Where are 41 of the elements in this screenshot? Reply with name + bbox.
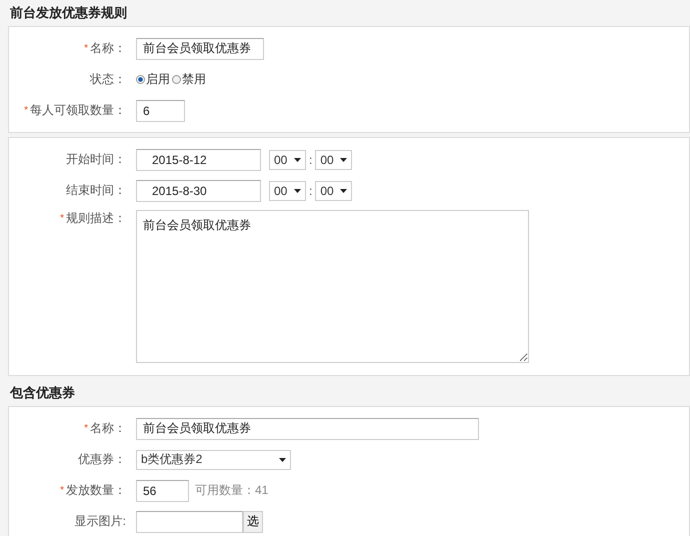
select-button[interactable]: 选 <box>243 510 263 532</box>
date-field[interactable]: 2015-8-30 <box>136 180 261 202</box>
field-label: 显示图片: <box>74 513 126 530</box>
field-label: 结束时间： <box>66 182 126 199</box>
quantity-field[interactable]: 56 <box>136 480 189 502</box>
quantity-field[interactable]: 6 <box>136 100 185 122</box>
caret-icon <box>294 188 301 192</box>
hour-select[interactable]: 00 <box>269 180 306 200</box>
time-separator: : <box>309 184 312 198</box>
field-label: 状态： <box>90 71 126 88</box>
hour-select[interactable]: 00 <box>269 150 306 170</box>
caret-icon <box>294 158 301 162</box>
time-separator: : <box>309 152 312 166</box>
coupon-select[interactable]: b类优惠券2 <box>136 450 291 470</box>
required-mark: * <box>84 43 88 54</box>
radio-option[interactable]: 禁用 <box>172 71 206 88</box>
required-mark: * <box>84 423 88 434</box>
name-field[interactable]: 前台会员领取优惠券 <box>136 38 264 60</box>
field-label: 开始时间： <box>66 151 126 168</box>
minute-select[interactable]: 00 <box>315 180 352 200</box>
section-title: 前台发放优惠券规则 <box>9 4 128 22</box>
field-label: 发放数量： <box>66 482 126 499</box>
field-label: 规则描述： <box>66 210 126 227</box>
caret-icon <box>340 158 348 162</box>
caret-icon <box>279 458 286 462</box>
field-label: 名称： <box>90 40 126 57</box>
field-label: 名称： <box>90 420 126 437</box>
required-mark: * <box>24 105 28 116</box>
section-title: 包含优惠券 <box>8 384 76 402</box>
required-mark: * <box>60 485 64 496</box>
image-field[interactable] <box>136 510 243 532</box>
description-field[interactable]: 前台会员领取优惠券 <box>136 210 529 363</box>
date-field[interactable]: 2015-8-12 <box>136 148 261 170</box>
field-label: 每人可领取数量： <box>30 102 126 119</box>
field-label: 优惠券： <box>78 451 126 468</box>
minute-select[interactable]: 00 <box>315 150 352 170</box>
required-mark: * <box>60 213 64 224</box>
caret-icon <box>340 188 348 192</box>
radio-option[interactable]: 启用 <box>136 71 170 88</box>
name-field[interactable]: 前台会员领取优惠券 <box>136 418 479 440</box>
available-count: 可用数量：41 <box>195 482 268 499</box>
